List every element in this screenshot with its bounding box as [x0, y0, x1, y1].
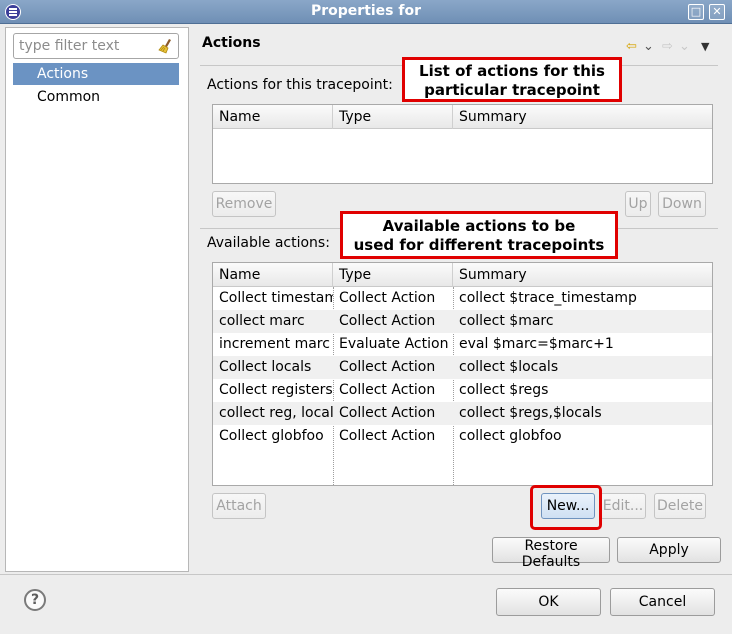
- title-bar: Properties for □ ✕: [0, 0, 732, 24]
- new-button-highlight: [530, 485, 602, 530]
- cell-name: Collect registers: [219, 382, 333, 398]
- column-name[interactable]: Name: [213, 263, 333, 287]
- table-row[interactable]: collect marc Collect Action collect $mar…: [213, 310, 712, 333]
- cell-name: increment marc: [219, 336, 330, 352]
- delete-button[interactable]: Delete: [654, 493, 706, 519]
- page-content: Actions ⇦ ⌄ ⇨ ⌄ ▼ Actions for this trace…: [190, 27, 730, 572]
- cell-name: collect reg, locals: [219, 405, 333, 421]
- tracepoint-actions-label: Actions for this tracepoint:: [207, 77, 393, 93]
- cell-name: Collect timestamp: [219, 290, 333, 306]
- help-icon[interactable]: ?: [24, 589, 46, 611]
- column-summary[interactable]: Summary: [453, 263, 712, 287]
- apply-button[interactable]: Apply: [617, 537, 721, 563]
- tracepoint-annotation-callout: List of actions for this particular trac…: [402, 57, 622, 102]
- attach-button[interactable]: Attach: [212, 493, 266, 519]
- cell-type: Collect Action: [339, 382, 436, 398]
- column-name[interactable]: Name: [213, 105, 333, 129]
- close-icon[interactable]: ✕: [709, 4, 725, 20]
- table-row[interactable]: increment marc Evaluate Action eval $mar…: [213, 333, 712, 356]
- edit-button[interactable]: Edit...: [600, 493, 646, 519]
- down-button[interactable]: Down: [658, 191, 706, 217]
- available-annotation-callout: Available actions to be used for differe…: [340, 211, 618, 259]
- table-row[interactable]: Collect locals Collect Action collect $l…: [213, 356, 712, 379]
- table-row[interactable]: Collect registers Collect Action collect…: [213, 379, 712, 402]
- cancel-button[interactable]: Cancel: [610, 588, 715, 616]
- cell-name: Collect globfoo: [219, 428, 324, 444]
- cell-type: Evaluate Action: [339, 336, 449, 352]
- cell-summary: collect $locals: [459, 359, 559, 375]
- cell-summary: collect $regs: [459, 382, 549, 398]
- table-row[interactable]: Collect globfoo Collect Action collect g…: [213, 425, 712, 448]
- forward-arrow-icon[interactable]: ⇨: [662, 39, 673, 55]
- tree-item-actions[interactable]: Actions: [13, 63, 179, 85]
- page-title: Actions: [202, 35, 261, 51]
- up-button[interactable]: Up: [625, 191, 651, 217]
- available-actions-table[interactable]: Name Type Summary Collect timestamp Coll…: [212, 262, 713, 486]
- table-header: Name Type Summary: [213, 105, 712, 129]
- callout-line: used for different tracepoints: [353, 236, 605, 254]
- column-type[interactable]: Type: [333, 105, 453, 129]
- cell-summary: eval $marc=$marc+1: [459, 336, 614, 352]
- callout-line: particular tracepoint: [424, 81, 600, 99]
- callout-line: Available actions to be: [382, 217, 576, 235]
- cell-type: Collect Action: [339, 290, 436, 306]
- tracepoint-actions-table[interactable]: Name Type Summary: [212, 104, 713, 184]
- table-header: Name Type Summary: [213, 263, 712, 287]
- cell-name: collect marc: [219, 313, 305, 329]
- cell-type: Collect Action: [339, 359, 436, 375]
- filter-input[interactable]: [13, 33, 179, 59]
- ok-button[interactable]: OK: [496, 588, 601, 616]
- cell-name: Collect locals: [219, 359, 312, 375]
- tree-item-common[interactable]: Common: [13, 86, 179, 108]
- forward-menu-icon[interactable]: ⌄: [679, 39, 690, 55]
- preference-tree-pane: Actions Common: [5, 27, 189, 572]
- back-menu-icon[interactable]: ⌄: [643, 39, 654, 55]
- back-arrow-icon[interactable]: ⇦: [626, 39, 637, 55]
- page-navigation: ⇦ ⌄ ⇨ ⌄ ▼: [626, 39, 716, 55]
- footer-separator: [0, 574, 732, 575]
- remove-button[interactable]: Remove: [212, 191, 276, 217]
- restore-defaults-button[interactable]: Restore Defaults: [492, 537, 610, 570]
- cell-summary: collect $regs,$locals: [459, 405, 602, 421]
- cell-type: Collect Action: [339, 313, 436, 329]
- column-type[interactable]: Type: [333, 263, 453, 287]
- cell-summary: collect $marc: [459, 313, 554, 329]
- available-actions-label: Available actions:: [207, 235, 330, 251]
- view-menu-icon[interactable]: ▼: [701, 39, 709, 55]
- window-title: Properties for: [310, 3, 421, 19]
- cell-type: Collect Action: [339, 405, 436, 421]
- cell-summary: collect $trace_timestamp: [459, 290, 637, 306]
- callout-line: List of actions for this: [419, 62, 605, 80]
- maximize-icon[interactable]: □: [688, 4, 704, 20]
- cell-type: Collect Action: [339, 428, 436, 444]
- cell-summary: collect globfoo: [459, 428, 562, 444]
- table-row[interactable]: collect reg, locals Collect Action colle…: [213, 402, 712, 425]
- table-row[interactable]: Collect timestamp Collect Action collect…: [213, 287, 712, 310]
- column-summary[interactable]: Summary: [453, 105, 712, 129]
- clear-filter-icon[interactable]: [158, 38, 174, 54]
